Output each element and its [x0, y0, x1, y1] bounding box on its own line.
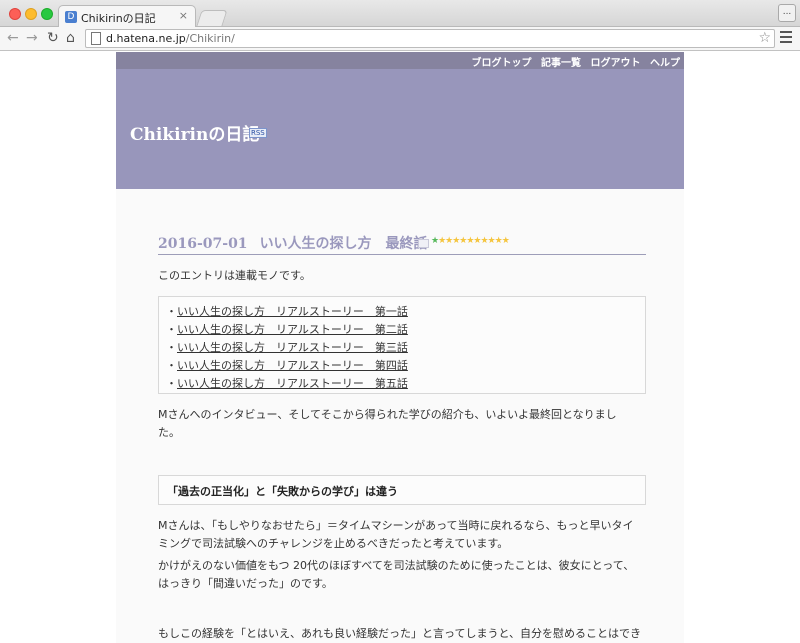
series-list: ・いい人生の探し方 リアルストーリー 第一話 ・いい人生の探し方 リアルストーリ…	[166, 303, 408, 393]
link-article-list[interactable]: 記事一覧	[541, 58, 581, 69]
entry-title: 2016-07-01 いい人生の探し方 最終話	[158, 233, 428, 253]
browser-tab-bar: D Chikirinの日記 × ...	[0, 0, 800, 28]
zoom-window-button[interactable]	[41, 8, 53, 20]
paragraph-3-line-2: はっきり「間違いだった」のです。	[158, 577, 333, 590]
paragraph-2-line-1: Mさんは、「もしやりなおせたら」＝タイムマシーンがあって当時に戻れるなら、もっと…	[158, 519, 634, 532]
entry-header: 2016-07-01 いい人生の探し方 最終話 ★★★★★★★★★★★	[158, 233, 646, 255]
url-host: d.hatena.ne.jp	[106, 32, 186, 45]
star-icons: ★★★★★★★★★★	[438, 236, 510, 246]
home-icon[interactable]: ⌂	[66, 30, 75, 46]
reload-icon[interactable]: ↻	[47, 30, 59, 46]
blog-title[interactable]: Chikirinの日記	[130, 120, 259, 145]
paragraph-3-line-1: かけがえのない価値をもつ 20代のほぼすべてを司法試験のために使ったことは、彼女…	[158, 559, 635, 572]
link-logout[interactable]: ログアウト	[591, 58, 641, 69]
list-item: ・いい人生の探し方 リアルストーリー 第三話	[166, 341, 408, 354]
series-link-3[interactable]: いい人生の探し方 リアルストーリー 第三話	[177, 341, 408, 354]
hatena-favicon-icon: D	[65, 11, 77, 23]
list-item: ・いい人生の探し方 リアルストーリー 第一話	[166, 305, 408, 318]
close-window-button[interactable]	[9, 8, 21, 20]
paragraph-4-line-1: もしこの経験を「とはいえ、あれも良い経験だった」と言ってしまうと、自分を慰めるこ…	[158, 627, 642, 640]
series-link-5[interactable]: いい人生の探し方 リアルストーリー 第五話	[177, 377, 408, 390]
series-link-4[interactable]: いい人生の探し方 リアルストーリー 第四話	[177, 359, 408, 372]
intro-text: このエントリは連載モノです。	[158, 269, 311, 282]
link-blog-top[interactable]: ブログトップ	[472, 58, 532, 69]
url-text[interactable]: d.hatena.ne.jp/Chikirin/	[106, 32, 235, 45]
bookmark-star-icon[interactable]: ☆	[758, 30, 771, 46]
series-link-2[interactable]: いい人生の探し方 リアルストーリー 第二話	[177, 323, 408, 336]
header-links: ブログトップ 記事一覧 ログアウト ヘルプ	[466, 54, 680, 69]
back-arrow-icon[interactable]: ←	[7, 30, 19, 46]
paragraph-1-line-2: た。	[158, 426, 180, 439]
new-tab-button[interactable]	[196, 10, 228, 26]
link-help[interactable]: ヘルプ	[650, 58, 680, 69]
section-heading: 「過去の正当化」と「失敗からの学び」は違う	[167, 485, 398, 498]
section-heading-box: 「過去の正当化」と「失敗からの学び」は違う	[158, 475, 646, 505]
browser-tab-active[interactable]: D Chikirinの日記 ×	[58, 5, 196, 28]
series-link-1[interactable]: いい人生の探し方 リアルストーリー 第一話	[177, 305, 408, 318]
address-bar[interactable]: d.hatena.ne.jp/Chikirin/ ☆	[85, 29, 775, 48]
list-item: ・いい人生の探し方 リアルストーリー 第五話	[166, 377, 408, 390]
blog-header: ブログトップ 記事一覧 ログアウト ヘルプ Chikirinの日記 RSS	[116, 52, 684, 189]
header-nav-bar: ブログトップ 記事一覧 ログアウト ヘルプ	[116, 52, 684, 69]
list-item: ・いい人生の探し方 リアルストーリー 第二話	[166, 323, 408, 336]
hatena-stars: ★★★★★★★★★★★	[431, 236, 510, 246]
series-link-box: ・いい人生の探し方 リアルストーリー 第一話 ・いい人生の探し方 リアルストーリ…	[158, 296, 646, 394]
hamburger-menu-icon[interactable]	[780, 31, 792, 43]
page-icon	[91, 32, 101, 45]
forward-arrow-icon[interactable]: →	[26, 30, 38, 46]
window-menu-button[interactable]: ...	[778, 4, 796, 22]
tab-close-icon[interactable]: ×	[179, 9, 188, 22]
url-path: /Chikirin/	[185, 32, 235, 45]
minimize-window-button[interactable]	[25, 8, 37, 20]
rss-icon[interactable]: RSS	[249, 128, 267, 138]
entry-date[interactable]: 2016-07-01	[158, 236, 248, 252]
tab-title: Chikirinの日記	[81, 12, 156, 25]
edit-entry-icon[interactable]	[418, 239, 429, 248]
entry-title-text[interactable]: いい人生の探し方 最終話	[260, 236, 428, 252]
list-item: ・いい人生の探し方 リアルストーリー 第四話	[166, 359, 408, 372]
paragraph-2-line-2: ミングで司法試験へのチャレンジを止めるべきだったと考えています。	[158, 537, 509, 550]
browser-toolbar: ← → ↻ ⌂ d.hatena.ne.jp/Chikirin/ ☆	[0, 27, 800, 51]
paragraph-1-line-1: Mさんへのインタビュー、そしてそこから得られた学びの紹介も、いよいよ最終回となり…	[158, 408, 617, 421]
